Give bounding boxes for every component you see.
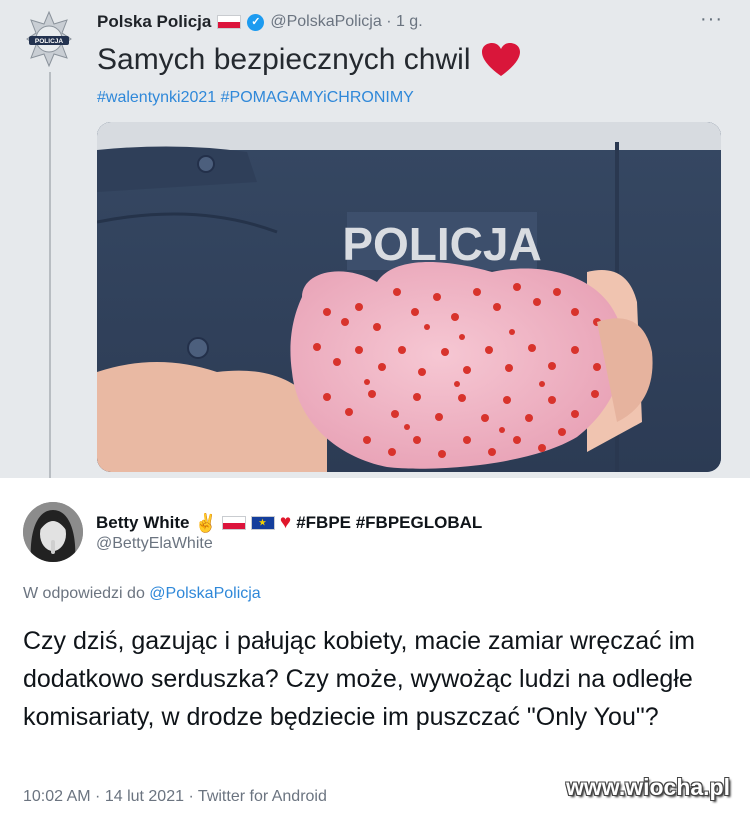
original-tweet-body: Samych bezpiecznych chwil <box>97 43 471 76</box>
poland-flag-icon <box>221 516 246 530</box>
polska-policja-avatar[interactable]: POLICJA <box>26 10 72 68</box>
eu-flag-icon <box>250 516 275 530</box>
reply-tweet[interactable]: Betty White ✌ ♥ #FBPE #FBPEGLOBAL @Betty… <box>0 478 750 813</box>
thread-connector-line <box>49 72 51 496</box>
site-watermark: www.wiocha.pl <box>566 774 730 800</box>
replying-to-line: W odpowiedzi do @PolskaPolicja <box>23 585 261 603</box>
tweet-photo[interactable]: POLICJA <box>97 122 721 472</box>
verified-badge-icon: ✓ <box>247 13 265 31</box>
original-author-name[interactable]: Polska Policja <box>97 12 211 32</box>
betty-white-avatar[interactable] <box>23 502 83 562</box>
poland-flag-icon <box>217 15 242 29</box>
more-options-icon[interactable]: ··· <box>700 8 723 31</box>
red-heart-icon: ♥ <box>279 512 292 533</box>
replying-to-prefix: W odpowiedzi do <box>23 585 145 602</box>
victory-hand-icon: ✌ <box>194 512 217 533</box>
reply-timestamp-source[interactable]: 10:02 AM · 14 lut 2021 · Twitter for And… <box>23 788 327 806</box>
badge-text: POLICJA <box>342 218 541 270</box>
reply-tweet-text: Czy dziś, gazując i pałując kobiety, mac… <box>23 627 695 731</box>
original-tweet-header: Polska Policja ✓ @PolskaPolicja · 1 g. <box>97 12 423 32</box>
reply-author-handle[interactable]: @BettyElaWhite <box>96 535 213 553</box>
reply-author-row: Betty White ✌ ♥ #FBPE #FBPEGLOBAL <box>96 512 482 534</box>
quoted-original-tweet[interactable]: POLICJA Polska Policja ✓ @PolskaPolicja … <box>0 0 750 496</box>
original-handle-time[interactable]: @PolskaPolicja · 1 g. <box>270 13 422 31</box>
replying-to-handle-link[interactable]: @PolskaPolicja <box>149 585 260 602</box>
avatar-label: POLICJA <box>35 38 63 45</box>
red-heart-icon <box>481 42 521 78</box>
original-tweet-hashtags[interactable]: #walentynki2021 #POMAGAMYiCHRONIMY <box>97 89 414 107</box>
reply-name-hashtags: #FBPE #FBPEGLOBAL <box>296 513 483 532</box>
reply-author-name[interactable]: Betty White <box>96 513 190 533</box>
original-tweet-text: Samych bezpiecznych chwil <box>97 42 521 78</box>
